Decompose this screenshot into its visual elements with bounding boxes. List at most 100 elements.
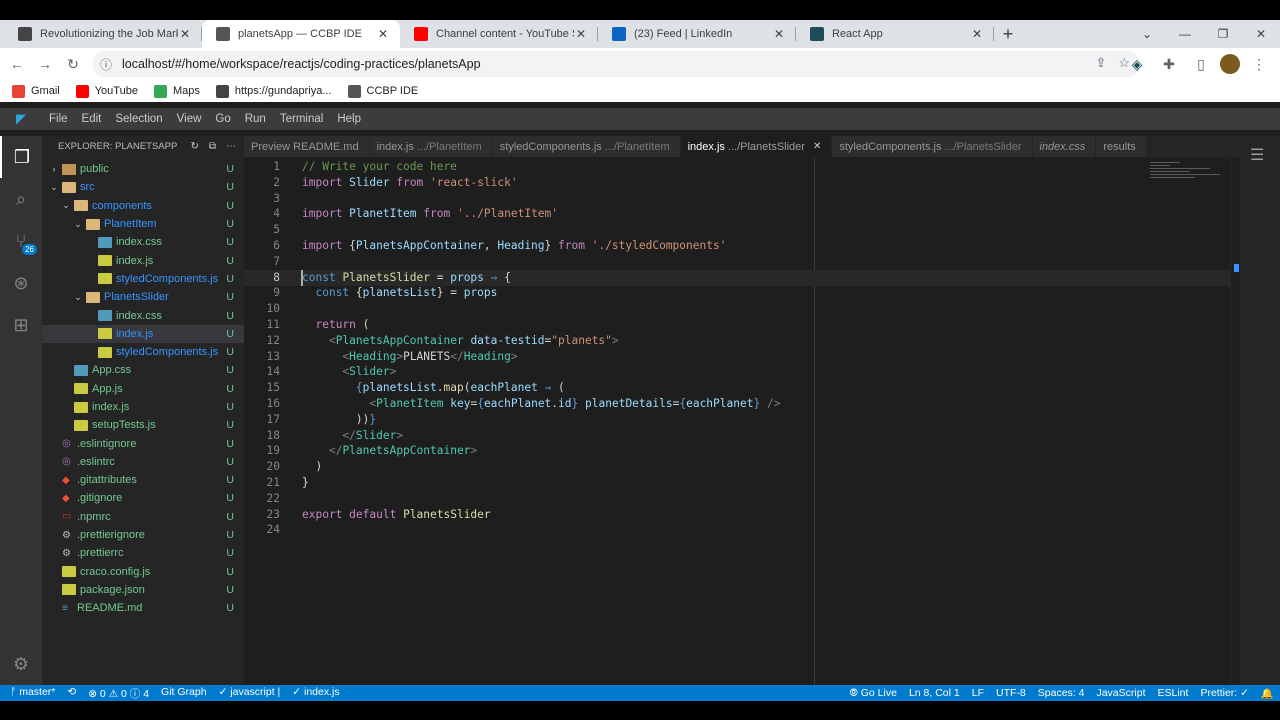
menu-item-run[interactable]: Run	[238, 113, 273, 125]
search-icon[interactable]: ⌕	[0, 178, 42, 220]
editor-tab[interactable]: styledComponents.js .../PlanetItem	[492, 136, 681, 157]
bookmark-item[interactable]: CCBP IDE	[347, 84, 418, 98]
tree-item[interactable]: styledComponents.js U	[42, 270, 244, 288]
maximize-button[interactable]: ❐	[1204, 20, 1242, 48]
menu-item-edit[interactable]: Edit	[75, 113, 109, 125]
tree-item[interactable]: index.css U	[42, 306, 244, 324]
menu-item-file[interactable]: File	[42, 113, 75, 125]
tree-item[interactable]: ⌄ PlanetItem U	[42, 215, 244, 233]
bookmark-item[interactable]: YouTube	[75, 84, 138, 98]
editor-tab[interactable]: index.js .../PlanetItem	[369, 136, 493, 157]
status-item[interactable]: Prettier: ✓	[1194, 687, 1254, 700]
menu-item-selection[interactable]: Selection	[108, 113, 169, 125]
puzzle-icon[interactable]: ✚	[1156, 51, 1182, 77]
tree-item[interactable]: index.js U	[42, 251, 244, 269]
tree-item[interactable]: App.js U	[42, 380, 244, 398]
kebab-menu-icon[interactable]: ⋮	[1246, 51, 1272, 77]
minimap[interactable]	[1150, 160, 1230, 190]
tree-item[interactable]: package.json U	[42, 581, 244, 599]
editor-tab[interactable]: index.css	[1032, 136, 1097, 157]
tree-item[interactable]: ⚙ .prettierignore U	[42, 526, 244, 544]
tree-item[interactable]: ▭ .npmrc U	[42, 508, 244, 526]
tree-item[interactable]: ◆ .gitattributes U	[42, 471, 244, 489]
menu-item-go[interactable]: Go	[208, 113, 237, 125]
tree-item[interactable]: index.js U	[42, 324, 244, 343]
status-item[interactable]: Spaces: 4	[1032, 687, 1091, 700]
outline-icon[interactable]: ☰	[1250, 145, 1264, 165]
extension-icon[interactable]: ◈	[1124, 51, 1150, 77]
tree-item[interactable]: ◎ .eslintignore U	[42, 434, 244, 452]
status-item[interactable]: ⟲	[61, 686, 82, 701]
browser-tab[interactable]: (23) Feed | LinkedIn ✕	[598, 20, 796, 48]
collapse-all-icon[interactable]: ⧉	[209, 141, 216, 152]
editor-scrollbar[interactable]	[1230, 157, 1240, 685]
back-icon[interactable]: ←	[4, 51, 30, 77]
tab-close-icon[interactable]: ✕	[574, 27, 588, 41]
browser-tab[interactable]: Revolutionizing the Job Market |✕	[4, 20, 202, 48]
share-icon[interactable]: ⇪	[1095, 55, 1106, 71]
more-actions-icon[interactable]: ⋯	[226, 141, 236, 152]
status-item[interactable]: Ln 8, Col 1	[903, 687, 966, 700]
browser-tab[interactable]: React App ✕	[796, 20, 994, 48]
sidepanel-icon[interactable]: ▯	[1188, 51, 1214, 77]
editor-tab[interactable]: index.js .../PlanetsSlider ✕	[680, 136, 833, 157]
tree-item[interactable]: ⌄ src U	[42, 178, 244, 196]
status-item[interactable]: ⦾ Go Live	[843, 687, 903, 700]
tree-item[interactable]: ⌄ components U	[42, 197, 244, 215]
tab-close-icon[interactable]: ✕	[376, 27, 390, 41]
extensions-icon[interactable]: ⊞	[0, 304, 42, 346]
tree-item[interactable]: ≡ README.md U	[42, 599, 244, 617]
tree-item[interactable]: ⚙ .prettierrc U	[42, 544, 244, 562]
status-item[interactable]: ᚠ master*	[4, 686, 61, 701]
explorer-icon[interactable]: ❐	[0, 136, 42, 178]
status-item[interactable]: UTF-8	[990, 687, 1032, 700]
status-item[interactable]: 🔔	[1255, 687, 1280, 700]
tree-item[interactable]: styledComponents.js U	[42, 343, 244, 361]
forward-icon[interactable]: →	[32, 51, 58, 77]
bookmark-item[interactable]: Gmail	[12, 84, 60, 98]
close-window-button[interactable]: ✕	[1242, 20, 1280, 48]
status-item[interactable]: ✓ javascript |	[213, 686, 287, 701]
manage-gear-icon[interactable]: ⚙	[0, 643, 42, 685]
tab-close-icon[interactable]: ✕	[772, 27, 786, 41]
close-tab-icon[interactable]: ✕	[813, 141, 821, 152]
tree-item[interactable]: › public U	[42, 160, 244, 178]
status-item[interactable]: ESLint	[1152, 687, 1195, 700]
tree-item[interactable]: index.js U	[42, 398, 244, 416]
editor-tab[interactable]: Preview README.md	[244, 136, 370, 157]
tree-item[interactable]: ◎ .eslintrc U	[42, 453, 244, 471]
browser-tab[interactable]: planetsApp — CCBP IDE ✕	[202, 20, 400, 48]
tree-item[interactable]: App.css U	[42, 361, 244, 379]
status-item[interactable]: Git Graph	[155, 686, 213, 701]
new-tab-button[interactable]: +	[994, 20, 1022, 48]
status-item[interactable]: ✓ index.js	[286, 686, 345, 701]
address-bar[interactable]: ⓘ localhost/#/home/workspace/reactjs/cod…	[92, 51, 1140, 77]
debug-icon[interactable]: ⊛	[0, 262, 42, 304]
status-item[interactable]: ⊗ 0 ⚠ 0 ⓘ 4	[82, 686, 155, 701]
bookmark-item[interactable]: Maps	[153, 84, 200, 98]
refresh-icon[interactable]: ↻	[190, 141, 198, 152]
tree-item[interactable]: craco.config.js U	[42, 563, 244, 581]
tree-item[interactable]: ◆ .gitignore U	[42, 489, 244, 507]
tab-close-icon[interactable]: ✕	[178, 27, 192, 41]
site-info-icon[interactable]: ⓘ	[100, 56, 112, 73]
bookmark-item[interactable]: https://gundapriya...	[215, 84, 332, 98]
code-editor[interactable]: 1 // Write your code here 2 import Slider f…	[244, 157, 1244, 685]
menu-item-view[interactable]: View	[170, 113, 209, 125]
tab-close-icon[interactable]: ✕	[970, 27, 984, 41]
status-item[interactable]: JavaScript	[1090, 687, 1151, 700]
browser-tab[interactable]: Channel content - YouTube Studio✕	[400, 20, 598, 48]
tree-item[interactable]: index.css U	[42, 233, 244, 251]
menu-item-terminal[interactable]: Terminal	[273, 113, 330, 125]
minimize-button[interactable]: —	[1166, 20, 1204, 48]
source-control-icon[interactable]: ⑂ 26	[0, 220, 42, 262]
status-item[interactable]: LF	[966, 687, 990, 700]
tree-item[interactable]: ⌄ PlanetsSlider U	[42, 288, 244, 306]
tree-item[interactable]: setupTests.js U	[42, 416, 244, 434]
reload-icon[interactable]: ↻	[60, 51, 86, 77]
tab-search-icon[interactable]: ⌄	[1128, 20, 1166, 48]
editor-tab[interactable]: results	[1096, 136, 1147, 157]
avatar[interactable]	[1220, 54, 1240, 74]
menu-item-help[interactable]: Help	[330, 113, 368, 125]
editor-tab[interactable]: styledComponents.js .../PlanetsSlider	[832, 136, 1033, 157]
